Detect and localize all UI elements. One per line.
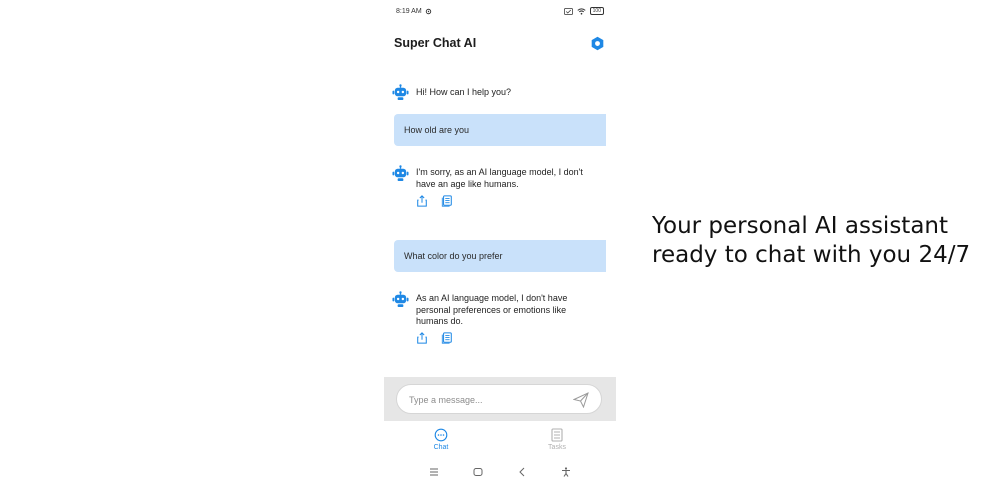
app-title: Super Chat AI	[394, 36, 477, 50]
status-bar: 8:19 AM 100	[396, 5, 604, 17]
tasks-icon	[551, 428, 563, 442]
copy-icon[interactable]	[441, 195, 453, 207]
message-actions	[416, 332, 453, 344]
bot-message-text: As an AI language model, I don't have pe…	[416, 293, 568, 326]
bottom-nav: Chat Tasks	[384, 426, 616, 458]
user-message: What color do you prefer	[394, 240, 606, 272]
share-icon[interactable]	[416, 332, 428, 344]
gear-status-icon	[425, 8, 431, 14]
user-message-text: What color do you prefer	[404, 251, 503, 261]
bot-message: As an AI language model, I don't have pe…	[392, 291, 596, 328]
menu-icon[interactable]	[429, 467, 439, 477]
user-message: How old are you	[394, 114, 606, 146]
status-time: 8:19 AM	[396, 7, 422, 15]
phone-screen: 8:19 AM 100 Super Chat AI Hi! How can I …	[384, 0, 616, 488]
bot-message-text: Hi! How can I help you?	[416, 87, 512, 97]
nav-chat[interactable]: Chat	[416, 426, 466, 451]
wifi-icon	[577, 7, 586, 15]
nav-chat-label: Chat	[433, 444, 449, 451]
promo-tagline: Your personal AI assistant ready to chat…	[652, 213, 971, 268]
bot-message: I'm sorry, as an AI language model, I do…	[392, 165, 596, 190]
message-input-box	[396, 384, 602, 414]
sim-icon	[563, 7, 573, 15]
send-icon[interactable]	[573, 392, 589, 408]
nav-tasks-label: Tasks	[548, 444, 566, 451]
system-nav-bar	[384, 462, 616, 482]
bot-message-text: I'm sorry, as an AI language model, I do…	[416, 167, 583, 189]
bot-message: Hi! How can I help you?	[392, 84, 596, 101]
accessibility-icon[interactable]	[561, 467, 571, 477]
battery-indicator: 100	[589, 7, 604, 15]
robot-icon	[392, 84, 409, 101]
message-input[interactable]	[407, 391, 571, 409]
chat-icon	[434, 428, 448, 442]
user-message-text: How old are you	[404, 125, 470, 135]
share-icon[interactable]	[416, 195, 428, 207]
back-icon[interactable]	[517, 467, 527, 477]
robot-icon	[392, 165, 409, 182]
home-icon[interactable]	[473, 467, 483, 477]
robot-icon	[392, 291, 409, 308]
message-composer	[384, 377, 616, 421]
nav-tasks[interactable]: Tasks	[532, 426, 582, 451]
message-actions	[416, 195, 453, 207]
settings-icon[interactable]	[590, 36, 605, 51]
copy-icon[interactable]	[441, 332, 453, 344]
